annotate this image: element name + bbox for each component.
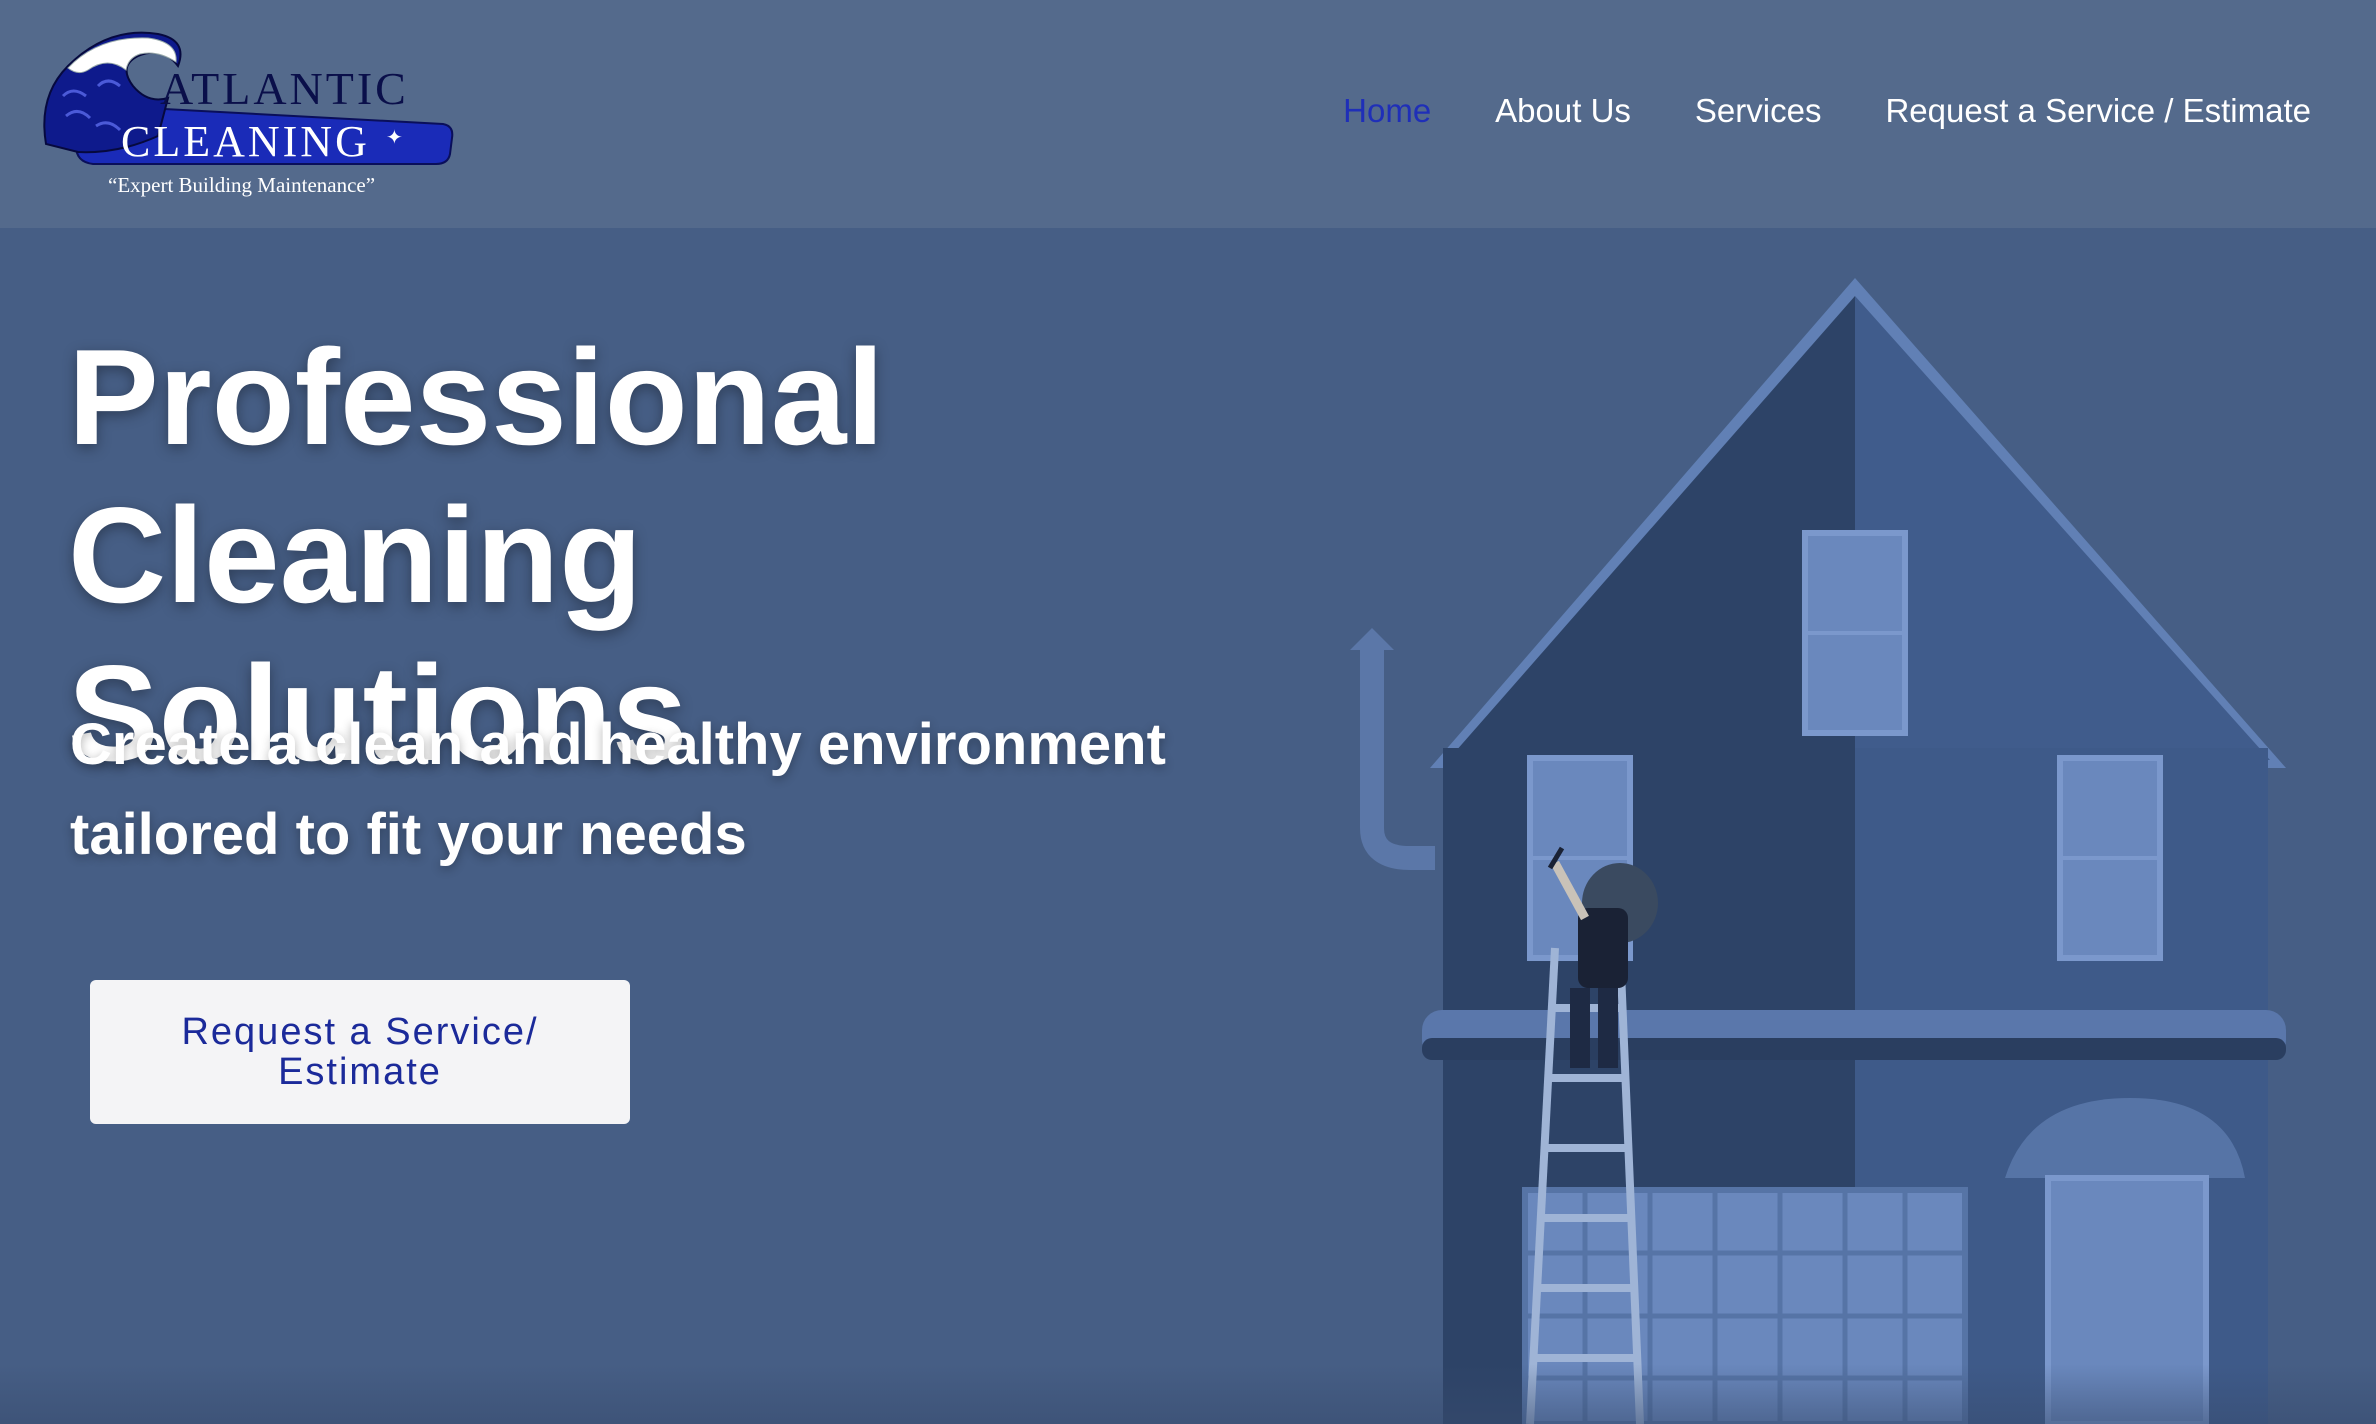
hero-bottom-fade — [0, 1364, 2376, 1424]
house-illustration — [1350, 278, 2286, 1424]
main-nav: Home About Us Services Request a Service… — [1343, 88, 2311, 134]
nav-home[interactable]: Home — [1343, 88, 1431, 134]
logo-text-line2: CLEANING — [121, 117, 370, 166]
logo-tagline: “Expert Building Maintenance” — [108, 173, 375, 197]
headline-line1: Professional — [68, 321, 885, 473]
nav-request-estimate[interactable]: Request a Service / Estimate — [1885, 88, 2311, 134]
company-logo[interactable]: ATLANTIC CLEANING ✦ “Expert Building Mai… — [38, 26, 458, 200]
request-service-button-label: Request a Service/ Estimate — [181, 1011, 539, 1093]
site-header: ATLANTIC CLEANING ✦ “Expert Building Mai… — [0, 0, 2376, 228]
sparkle-icon: ✦ — [386, 127, 403, 149]
nav-services[interactable]: Services — [1695, 88, 1822, 134]
nav-about-us[interactable]: About Us — [1495, 88, 1631, 134]
request-service-button[interactable]: Request a Service/ Estimate — [90, 980, 630, 1124]
hero-section: Professional Cleaning Solutions Create a… — [0, 228, 2376, 1424]
hero-subheadline: Create a clean and healthy environment t… — [70, 712, 1166, 867]
logo-text-line1: ATLANTIC — [160, 63, 409, 114]
